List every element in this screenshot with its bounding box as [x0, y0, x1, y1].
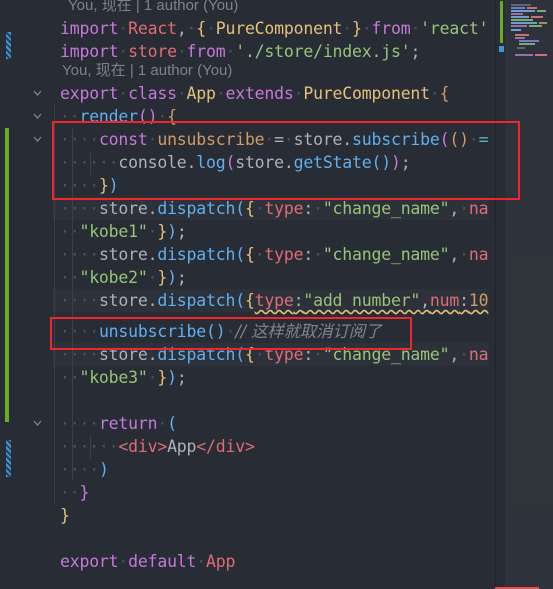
- git-blame-hint[interactable]: You, 现在 | 1 author (You): [62, 59, 232, 82]
- fold-chevron-icon[interactable]: [31, 132, 44, 145]
- code-line-dispatch-kobe3-wrap[interactable]: ··"kobe3"·});: [60, 366, 187, 389]
- minimap-code-row: [511, 19, 533, 21]
- code-line-return-close[interactable]: ····): [60, 458, 109, 481]
- code-line-dispatch-kobe1-wrap[interactable]: ··"kobe1"·});: [60, 220, 187, 243]
- minimap-code-row: [511, 29, 521, 31]
- minimap-code-row: [535, 54, 547, 56]
- gutter-added-indicator[interactable]: [5, 128, 9, 422]
- minimap-code-row: [511, 7, 525, 9]
- minimap-slider[interactable]: [505, 0, 553, 589]
- code-content[interactable]: You, 现在 | 1 author (You) import·React,·{…: [52, 0, 489, 589]
- code-line-class-close[interactable]: }: [60, 504, 70, 527]
- code-line-const-unsubscribe[interactable]: ····const·unsubscribe·=·store.subscribe(…: [60, 128, 489, 151]
- inline-comment: // 这样就取消订阅了: [235, 322, 382, 341]
- minimap-code-row: [515, 37, 525, 39]
- minimap-code-row: [539, 22, 547, 24]
- minimap-code-row: [519, 40, 539, 42]
- code-line-jsx-div[interactable]: ······<div>App</div>: [60, 435, 255, 458]
- minimap-separator: [495, 0, 496, 589]
- gutter-modified-indicator-top[interactable]: [6, 32, 11, 59]
- minimap-code-row: [511, 16, 529, 18]
- minimap-code-row: [517, 47, 525, 49]
- minimap-code-row: [511, 25, 527, 27]
- minimap-code-row: [519, 43, 535, 45]
- minimap-code-row: [511, 4, 531, 6]
- minimap-code-row: [531, 16, 543, 18]
- code-line-close-subscribe[interactable]: ····}): [60, 174, 119, 197]
- code-line-dispatch-add-number[interactable]: ····store.dispatch({type:"add number",nu…: [60, 289, 489, 312]
- code-line-export-class[interactable]: export·class·App·extends·PureComponent·{: [60, 82, 450, 105]
- code-line-dispatch-kobe2[interactable]: ····store.dispatch({·type:·"change_name"…: [60, 243, 489, 266]
- code-line-dispatch-kobe2-wrap[interactable]: ··"kobe2"·});: [60, 266, 187, 289]
- fold-chevron-icon[interactable]: [31, 109, 44, 122]
- code-line-console-log[interactable]: ······console.log(store.getState());: [60, 151, 411, 174]
- code-line-export-default[interactable]: export·default·App: [60, 550, 235, 573]
- minimap-code-row: [537, 10, 546, 12]
- minimap-added-marker: [500, 1, 503, 43]
- minimap-code-row: [527, 7, 537, 9]
- minimap-code-row: [515, 54, 533, 56]
- gutter-modified-indicator-bottom[interactable]: [6, 440, 11, 477]
- code-line-render-close[interactable]: ··}: [60, 481, 89, 504]
- code-line-import-react[interactable]: import·React,·{·PureComponent·}·from·'re…: [60, 17, 489, 40]
- indent-guide: [54, 105, 55, 505]
- minimap-code-row: [511, 13, 523, 15]
- fold-chevron-icon[interactable]: [31, 86, 44, 99]
- fold-chevron-icon[interactable]: [31, 416, 44, 429]
- code-line-return[interactable]: ····return·(: [60, 412, 177, 435]
- code-line-dispatch-kobe1[interactable]: ····store.dispatch({·type:·"change_name"…: [60, 197, 489, 220]
- minimap-code-row: [529, 25, 542, 27]
- editor-minimap[interactable]: [495, 0, 553, 589]
- code-line-dispatch-kobe3[interactable]: ····store.dispatch({·type:·"change_name"…: [60, 343, 489, 366]
- git-blame-hint[interactable]: You, 现在 | 1 author (You): [68, 0, 238, 17]
- editor-gutter[interactable]: [0, 0, 52, 589]
- minimap-code-row: [511, 10, 535, 12]
- code-line-render[interactable]: ··render()·{: [60, 105, 177, 128]
- minimap-modified-marker: [499, 46, 504, 52]
- code-line-unsubscribe-call[interactable]: ····unsubscribe()·// 这样就取消订阅了: [60, 320, 382, 343]
- minimap-code-row: [515, 34, 529, 36]
- minimap-code-row: [511, 22, 537, 24]
- vscode-editor[interactable]: You, 现在 | 1 author (You) import·React,·{…: [0, 0, 553, 589]
